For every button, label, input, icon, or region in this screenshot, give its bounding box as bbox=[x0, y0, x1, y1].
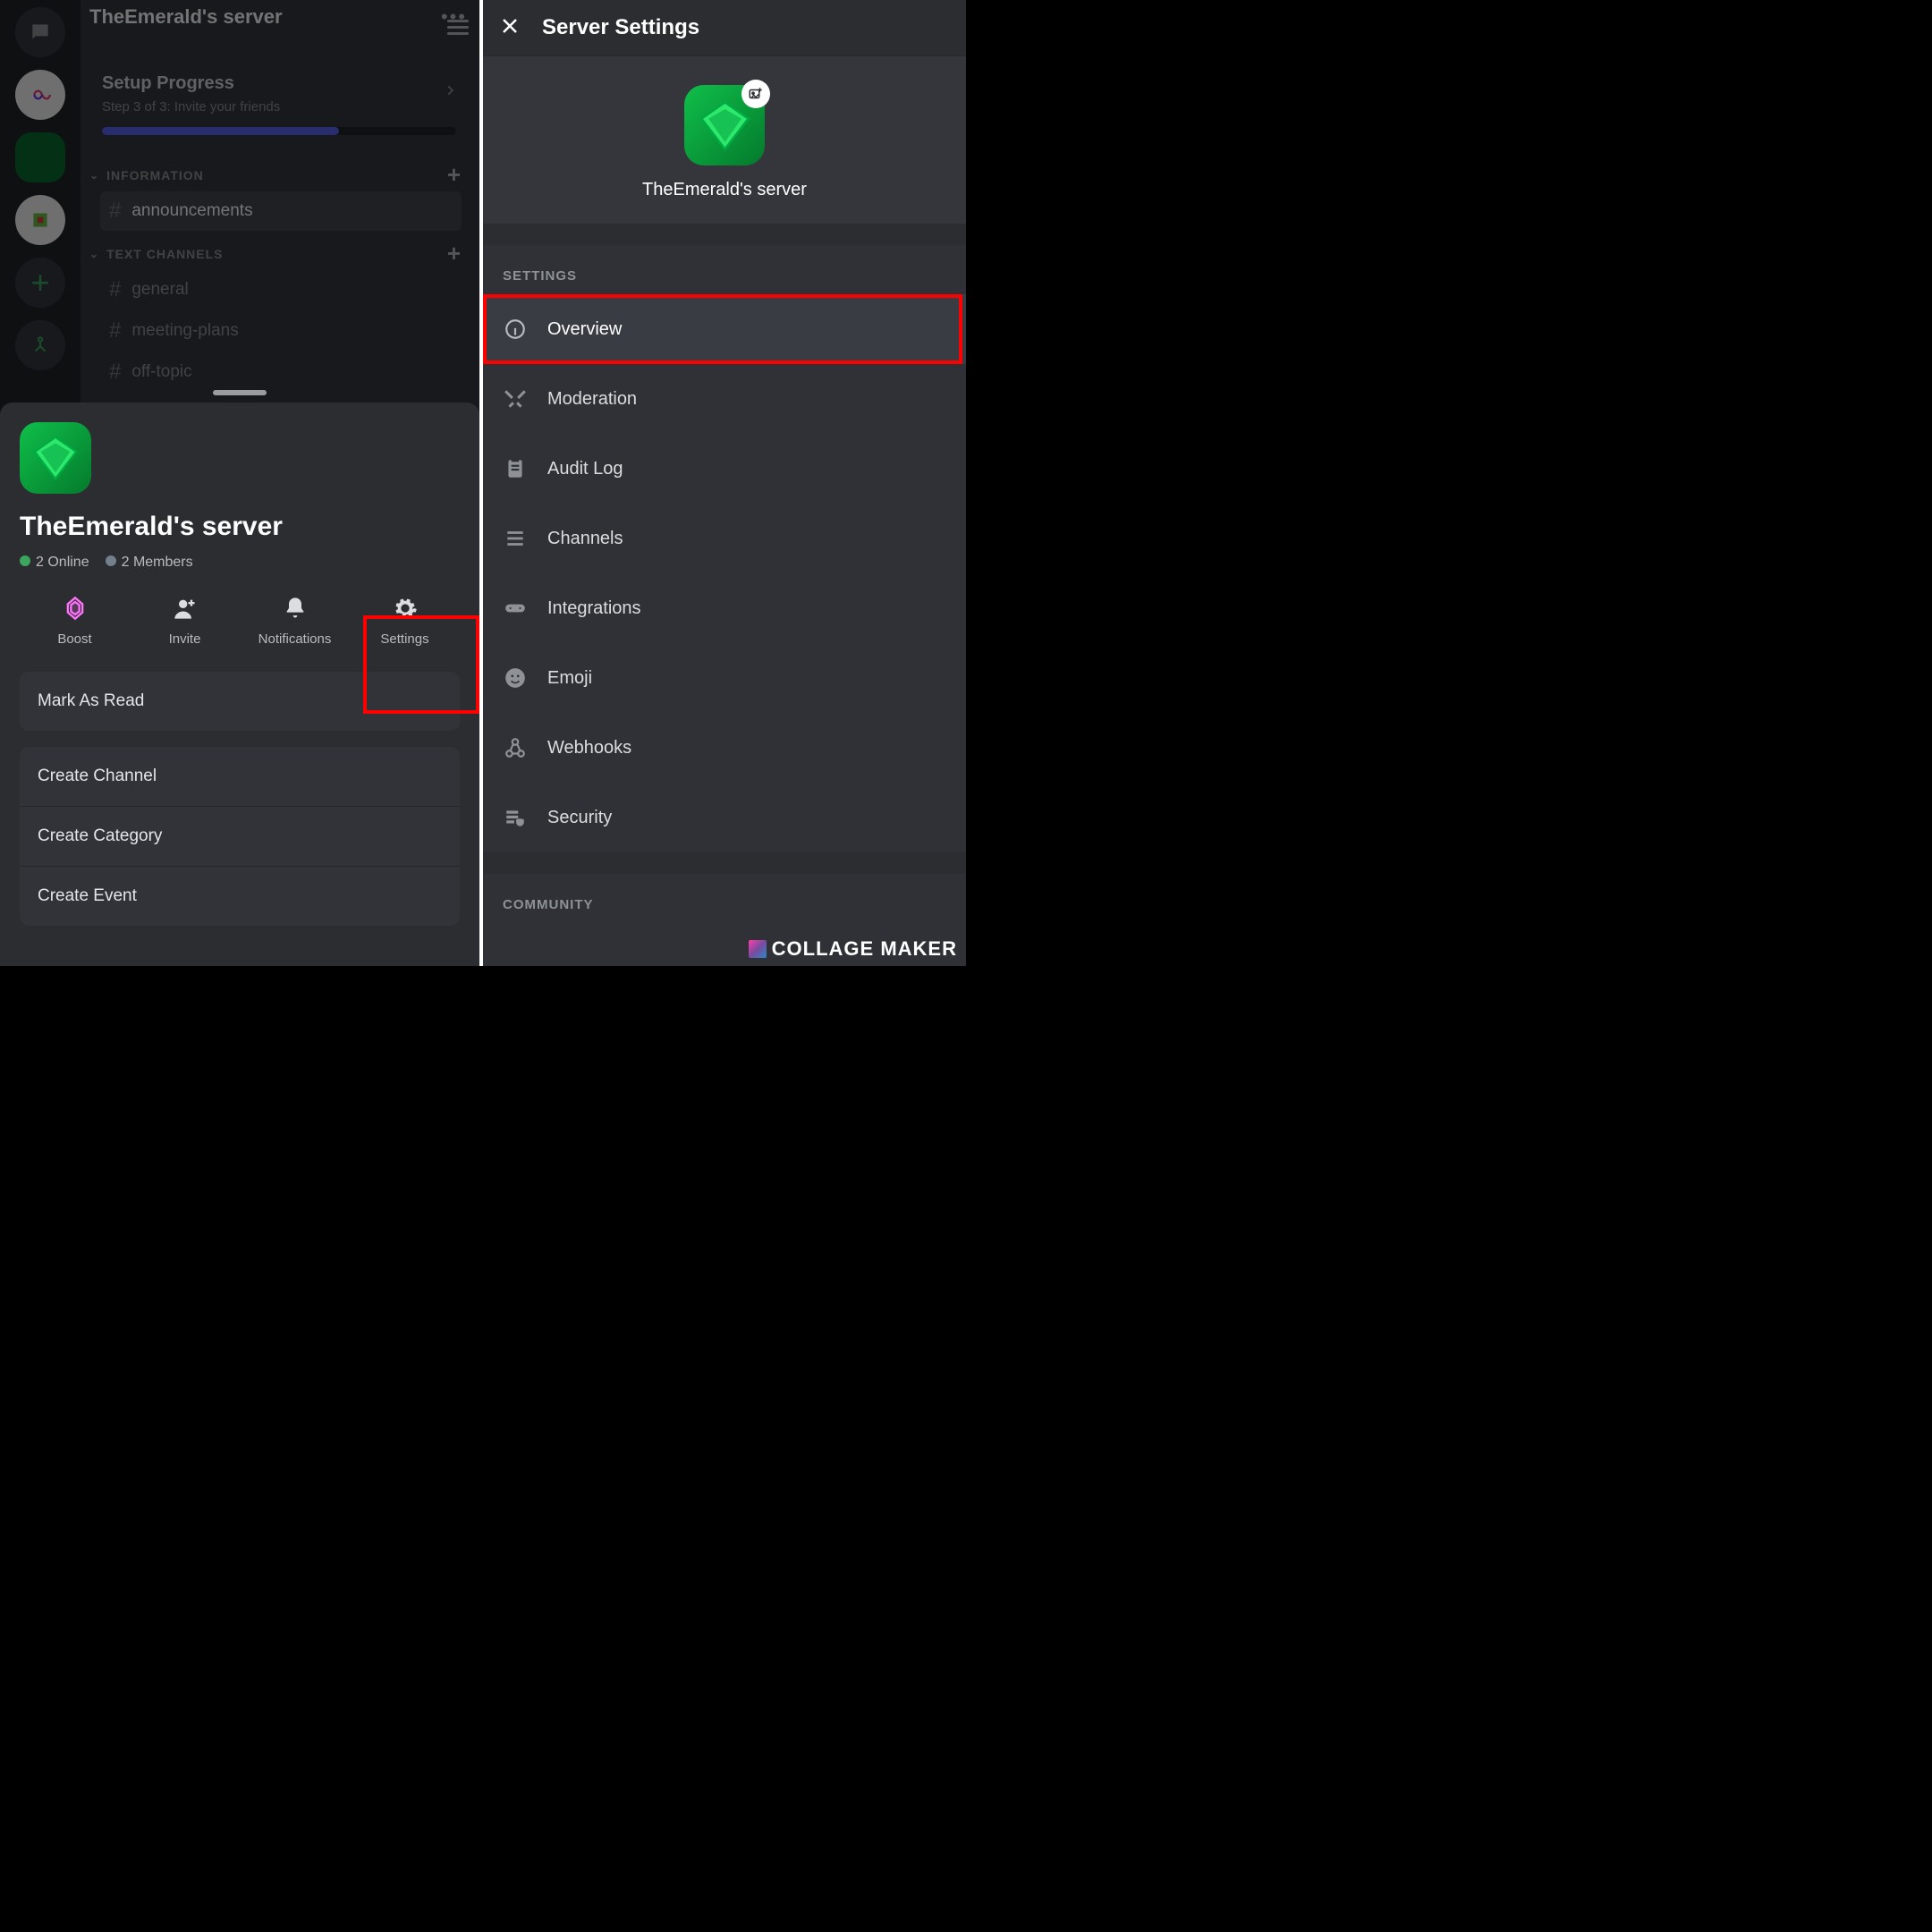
section-community: COMMUNITY bbox=[483, 874, 966, 923]
status-row: 2 Online 2 Members bbox=[20, 555, 460, 571]
watermark-icon bbox=[749, 940, 767, 958]
sheet-list-1: Mark As Read bbox=[20, 672, 460, 731]
settings-button[interactable]: Settings bbox=[350, 596, 460, 647]
action-row: Boost Invite Notifications Settings bbox=[20, 596, 460, 647]
settings-list: Overview Moderation Audit Log Channels I… bbox=[483, 294, 966, 852]
settings-title: Server Settings bbox=[542, 15, 699, 40]
settings-item-overview[interactable]: Overview bbox=[483, 294, 966, 364]
watermark: COLLAGE MAKER bbox=[749, 937, 957, 961]
gamepad-icon bbox=[503, 597, 528, 620]
emoji-icon bbox=[503, 666, 528, 690]
server-avatar bbox=[20, 422, 91, 494]
settings-item-audit-log[interactable]: Audit Log bbox=[483, 434, 966, 504]
swords-icon bbox=[503, 387, 528, 411]
shield-icon bbox=[503, 806, 528, 829]
section-settings: SETTINGS bbox=[483, 245, 966, 294]
right-panel: Server Settings TheEmerald's server SETT… bbox=[483, 0, 966, 966]
watermark-text: COLLAGE MAKER bbox=[772, 937, 957, 961]
settings-item-label: Webhooks bbox=[547, 738, 631, 758]
notifications-button[interactable]: Notifications bbox=[240, 596, 350, 647]
list-icon bbox=[503, 527, 528, 550]
online-count: 2 Online bbox=[36, 555, 89, 570]
member-dot-icon bbox=[106, 555, 116, 566]
settings-item-label: Moderation bbox=[547, 389, 637, 410]
bell-icon bbox=[283, 596, 308, 621]
create-event-button[interactable]: Create Event bbox=[20, 866, 460, 926]
member-count: 2 Members bbox=[122, 555, 193, 570]
settings-server-name: TheEmerald's server bbox=[642, 180, 807, 200]
settings-server-card: TheEmerald's server bbox=[483, 55, 966, 224]
action-label: Notifications bbox=[258, 631, 332, 647]
settings-item-moderation[interactable]: Moderation bbox=[483, 364, 966, 434]
clipboard-icon bbox=[503, 457, 528, 480]
close-button[interactable] bbox=[499, 15, 521, 41]
create-category-button[interactable]: Create Category bbox=[20, 806, 460, 866]
settings-item-label: Security bbox=[547, 808, 612, 828]
info-icon bbox=[503, 318, 528, 341]
sheet-list-2: Create Channel Create Category Create Ev… bbox=[20, 747, 460, 926]
webhook-icon bbox=[503, 736, 528, 759]
boost-icon bbox=[63, 596, 88, 621]
bottom-sheet: TheEmerald's server 2 Online 2 Members B… bbox=[0, 402, 479, 966]
upload-image-badge[interactable] bbox=[741, 80, 770, 108]
settings-item-integrations[interactable]: Integrations bbox=[483, 573, 966, 643]
image-plus-icon bbox=[748, 86, 764, 102]
online-dot-icon bbox=[20, 555, 30, 566]
action-label: Invite bbox=[169, 631, 201, 647]
action-label: Boost bbox=[57, 631, 91, 647]
invite-button[interactable]: Invite bbox=[130, 596, 240, 647]
settings-header: Server Settings bbox=[483, 0, 966, 55]
sheet-handle[interactable] bbox=[213, 390, 267, 395]
invite-icon bbox=[173, 596, 198, 621]
settings-item-webhooks[interactable]: Webhooks bbox=[483, 713, 966, 783]
settings-item-label: Channels bbox=[547, 529, 623, 549]
settings-item-label: Integrations bbox=[547, 598, 641, 619]
left-panel: + TheEmerald's server ••• Setup Progress… bbox=[0, 0, 483, 966]
settings-item-channels[interactable]: Channels bbox=[483, 504, 966, 573]
settings-item-label: Emoji bbox=[547, 668, 592, 689]
gear-icon bbox=[393, 596, 418, 621]
create-channel-button[interactable]: Create Channel bbox=[20, 747, 460, 806]
boost-button[interactable]: Boost bbox=[20, 596, 130, 647]
settings-item-emoji[interactable]: Emoji bbox=[483, 643, 966, 713]
sheet-server-name: TheEmerald's server bbox=[20, 512, 460, 542]
mark-as-read-button[interactable]: Mark As Read bbox=[20, 672, 460, 731]
settings-item-label: Audit Log bbox=[547, 459, 623, 479]
close-icon bbox=[499, 15, 521, 37]
action-label: Settings bbox=[380, 631, 428, 647]
settings-item-security[interactable]: Security bbox=[483, 783, 966, 852]
settings-item-label: Overview bbox=[547, 319, 622, 340]
